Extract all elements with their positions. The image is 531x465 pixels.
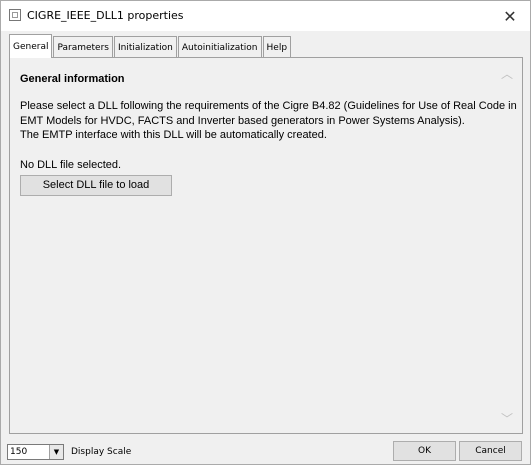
select-dll-button[interactable]: Select DLL file to load <box>20 175 172 196</box>
description-line: EMT Models for HVDC, FACTS and Inverter … <box>20 114 465 127</box>
dll-status-text: No DLL file selected. <box>20 159 122 171</box>
dropdown-arrow-icon[interactable]: ▼ <box>49 445 63 459</box>
tab-parameters[interactable]: Parameters <box>53 36 113 58</box>
close-icon[interactable]: ✕ <box>503 7 516 26</box>
display-scale-select[interactable]: 150 ▼ <box>7 444 64 460</box>
window-title: CIGRE_IEEE_DLL1 properties <box>27 9 184 22</box>
panel-content: General information Please select a DLL … <box>13 61 519 430</box>
window-icon <box>9 9 21 21</box>
display-scale-label: Display Scale <box>71 447 132 457</box>
chevron-down-icon[interactable]: ﹀ <box>501 413 513 425</box>
tab-general[interactable]: General <box>9 34 53 58</box>
section-heading: General information <box>20 73 125 85</box>
description-line: The EMTP interface with this DLL will be… <box>20 129 327 141</box>
properties-dialog: CIGRE_IEEE_DLL1 properties ✕ General Par… <box>0 0 531 465</box>
display-scale-value: 150 <box>10 447 28 457</box>
tab-autoinitialization[interactable]: Autoinitialization <box>177 36 262 58</box>
chevron-up-icon[interactable]: ︿ <box>501 68 513 80</box>
dialog-footer: 150 ▼ Display Scale OK Cancel <box>1 439 531 464</box>
close-button[interactable]: ✕ <box>490 1 530 31</box>
description-line: Please select a DLL following the requir… <box>20 100 517 112</box>
description-text: Please select a DLL following the requir… <box>20 99 517 143</box>
ok-button[interactable]: OK <box>393 441 456 461</box>
tab-strip: General Parameters Initialization Autoin… <box>9 34 292 58</box>
cancel-button[interactable]: Cancel <box>459 441 522 461</box>
general-panel: General information Please select a DLL … <box>9 57 523 434</box>
tab-initialization[interactable]: Initialization <box>113 36 177 58</box>
title-bar: CIGRE_IEEE_DLL1 properties ✕ <box>1 1 530 31</box>
tab-help[interactable]: Help <box>262 36 292 58</box>
